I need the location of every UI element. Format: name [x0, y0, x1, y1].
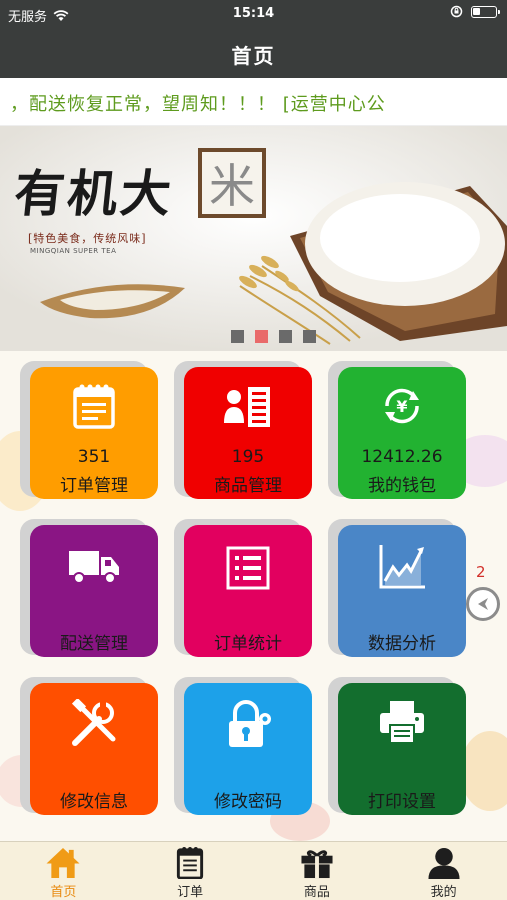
bottom-tab-bar: 首页 订单 商品 我的 — [0, 841, 507, 900]
banner-headline: 有机大 — [11, 164, 177, 223]
battery-icon — [471, 5, 500, 18]
tile-edit-info-label: 修改信息 — [60, 792, 128, 812]
tile-edit-info[interactable]: 修改信息 — [20, 677, 158, 815]
tile-edit-password-face: 修改密码 — [184, 683, 312, 815]
tab-mine[interactable]: 我的 — [380, 842, 507, 900]
tile-print-settings[interactable]: 打印设置 — [328, 677, 466, 815]
tab-mine-label: 我的 — [430, 885, 457, 900]
notepad-icon — [177, 846, 204, 879]
tab-goods-label: 商品 — [303, 885, 330, 900]
tile-goods-label: 商品管理 — [214, 476, 282, 496]
home-icon — [46, 847, 80, 879]
tile-wallet-face: ¥ 12412.26 我的钱包 — [338, 367, 466, 499]
tile-delivery-label: 配送管理 — [60, 634, 128, 654]
carousel-dot-active[interactable] — [255, 330, 268, 343]
notice-text: ，配送恢复正常，望周知！！！ [运营中心公 — [10, 94, 386, 115]
side-page-badge: 2 — [476, 563, 486, 581]
status-right-group — [450, 5, 500, 18]
tile-delivery-face: 配送管理 — [30, 525, 158, 657]
carousel-dot[interactable] — [279, 330, 292, 343]
tools-icon — [30, 699, 158, 749]
carousel-indicator — [0, 330, 507, 343]
carousel-dot[interactable] — [303, 330, 316, 343]
svg-text:¥: ¥ — [396, 397, 407, 416]
tile-analysis[interactable]: 数据分析 — [328, 519, 466, 657]
lock-gear-icon — [184, 697, 312, 751]
tile-wallet-balance: 12412.26 — [361, 447, 443, 467]
checklist-icon — [184, 545, 312, 591]
tab-orders[interactable]: 订单 — [127, 842, 254, 900]
user-icon — [428, 847, 460, 879]
tile-wallet-label: 我的钱包 — [368, 476, 436, 496]
tile-order-stats[interactable]: 订单统计 — [174, 519, 312, 657]
status-time: 15:14 — [232, 6, 275, 21]
function-grid: 351 订单管理 195 商品管理 ¥ 12412.26 我的钱包 配送管理 订… — [0, 351, 507, 841]
tile-print-settings-face: 打印设置 — [338, 683, 466, 815]
tile-goods[interactable]: 195 商品管理 — [174, 361, 312, 499]
tab-goods[interactable]: 商品 — [254, 842, 381, 900]
tile-orders-face: 351 订单管理 — [30, 367, 158, 499]
status-bar: 无服务 15:14 — [0, 0, 507, 28]
goods-list-icon — [184, 381, 312, 431]
carousel-dot[interactable] — [231, 330, 244, 343]
tab-home-label: 首页 — [50, 885, 77, 900]
banner-boxed-char: 米 — [198, 148, 266, 218]
tile-orders-count: 351 — [77, 447, 111, 467]
chevron-left-icon — [478, 598, 488, 610]
banner-subline: MINGQIAN SUPER TEA — [30, 247, 117, 255]
page-title: 首页 — [231, 44, 276, 68]
notice-marquee[interactable]: ，配送恢复正常，望周知！！！ [运营中心公 — [0, 78, 507, 126]
tile-orders-label: 订单管理 — [60, 476, 128, 496]
banner-carousel[interactable]: 有机大 米 [特色美食，传统风味] MINGQIAN SUPER TEA — [0, 126, 507, 351]
printer-icon — [338, 699, 466, 747]
tab-home[interactable]: 首页 — [0, 842, 127, 900]
orientation-lock-icon — [450, 5, 463, 18]
tile-order-stats-label: 订单统计 — [214, 634, 282, 654]
gift-icon — [301, 850, 333, 879]
tile-analysis-face: 数据分析 — [338, 525, 466, 657]
tile-orders[interactable]: 351 订单管理 — [20, 361, 158, 499]
tile-edit-password-label: 修改密码 — [214, 792, 282, 812]
tab-orders-label: 订单 — [177, 885, 204, 900]
tile-delivery[interactable]: 配送管理 — [20, 519, 158, 657]
truck-icon — [30, 547, 158, 587]
tile-print-settings-label: 打印设置 — [368, 792, 436, 812]
yuan-refresh-icon: ¥ — [338, 381, 466, 431]
tile-order-stats-face: 订单统计 — [184, 525, 312, 657]
line-chart-icon — [338, 543, 466, 591]
tile-edit-info-face: 修改信息 — [30, 683, 158, 815]
banner-slogan: [特色美食，传统风味] — [28, 232, 147, 245]
tile-goods-count: 195 — [231, 447, 265, 467]
tile-wallet[interactable]: ¥ 12412.26 我的钱包 — [328, 361, 466, 499]
tile-analysis-label: 数据分析 — [368, 634, 436, 654]
nav-bar: 首页 — [0, 28, 507, 78]
order-list-icon — [30, 381, 158, 431]
side-collapse-button[interactable] — [466, 587, 500, 621]
tile-edit-password[interactable]: 修改密码 — [174, 677, 312, 815]
tile-goods-face: 195 商品管理 — [184, 367, 312, 499]
